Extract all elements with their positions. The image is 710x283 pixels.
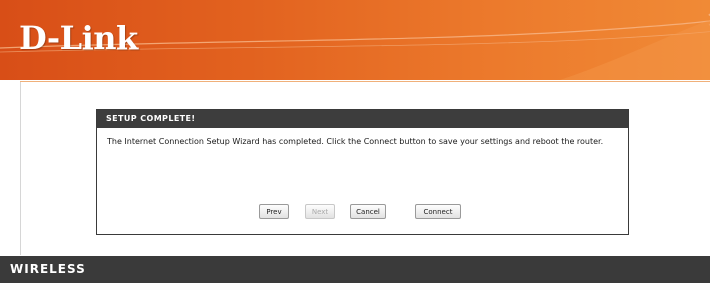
prev-button[interactable]: Prev (259, 204, 289, 219)
panel-title: SETUP COMPLETE! (97, 110, 628, 128)
footer-bar: WIRELESS (0, 256, 710, 283)
dlink-logo: D-Link (19, 19, 138, 57)
cancel-button[interactable]: Cancel (350, 204, 386, 219)
completion-message: The Internet Connection Setup Wizard has… (107, 137, 604, 146)
wizard-buttons: Prev Next Cancel Connect (97, 204, 628, 224)
header-banner: D-Link (0, 0, 710, 80)
next-button[interactable]: Next (305, 204, 335, 219)
footer-label: WIRELESS (10, 262, 86, 276)
connect-button[interactable]: Connect (415, 204, 461, 219)
setup-complete-panel: SETUP COMPLETE! The Internet Connection … (96, 109, 629, 235)
